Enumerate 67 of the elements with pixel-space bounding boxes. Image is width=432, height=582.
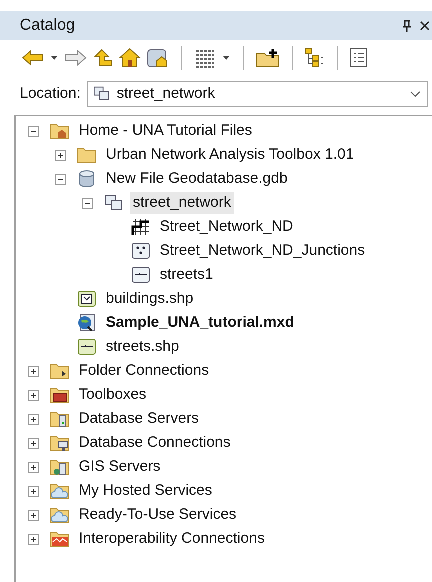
- add-folder-icon[interactable]: [256, 48, 280, 68]
- map-document-icon: [77, 314, 97, 332]
- tree-item[interactable]: Toolboxes: [76, 384, 150, 406]
- tree-item[interactable]: Database Connections: [76, 432, 234, 454]
- expand-icon[interactable]: [28, 390, 39, 400]
- line-layer-icon: [77, 338, 97, 356]
- panel-title: Catalog: [20, 16, 76, 36]
- line-layer-icon: [131, 266, 151, 284]
- home-icon[interactable]: [119, 48, 141, 68]
- tree-item[interactable]: Home - UNA Tutorial Files: [76, 120, 256, 142]
- tree-item[interactable]: Urban Network Analysis Toolbox 1.01: [103, 144, 358, 166]
- folder-icon: [77, 146, 97, 164]
- point-layer-icon: [131, 242, 151, 260]
- caret-icon[interactable]: [222, 55, 231, 61]
- tree-item[interactable]: streets1: [157, 264, 216, 286]
- expand-icon[interactable]: [28, 510, 39, 520]
- collapse-icon[interactable]: [28, 126, 39, 136]
- expand-icon[interactable]: [28, 534, 39, 544]
- tree-item[interactable]: GIS Servers: [76, 456, 164, 478]
- tree-item[interactable]: Database Servers: [76, 408, 202, 430]
- up-arrow-icon[interactable]: [93, 49, 113, 67]
- home-folder-icon: [50, 122, 70, 140]
- location-combo-box[interactable]: street_network: [86, 81, 428, 107]
- location-value: street_network: [116, 84, 216, 104]
- close-icon[interactable]: [420, 20, 430, 30]
- pin-icon[interactable]: [402, 20, 412, 32]
- folder-connection-icon: [50, 362, 70, 380]
- toolbox-icon: [50, 386, 70, 404]
- expand-icon[interactable]: [28, 486, 39, 496]
- caret-icon[interactable]: [50, 55, 59, 61]
- options-icon[interactable]: [350, 48, 368, 68]
- view-list-icon[interactable]: [194, 48, 216, 68]
- expand-icon[interactable]: [55, 150, 66, 160]
- expand-icon[interactable]: [28, 366, 39, 376]
- tree-item[interactable]: Street_Network_ND_Junctions: [157, 240, 368, 262]
- tree-item[interactable]: Sample_UNA_tutorial.mxd: [103, 312, 298, 334]
- expand-icon[interactable]: [28, 414, 39, 424]
- collapse-icon[interactable]: [82, 198, 93, 208]
- cloud-folder-icon: [50, 506, 70, 524]
- tree-item[interactable]: Street_Network_ND: [157, 216, 296, 238]
- tree-item[interactable]: street_network: [130, 192, 234, 214]
- forward-arrow-icon[interactable]: [65, 50, 87, 66]
- interoperability-icon: [50, 530, 70, 548]
- tree-item[interactable]: Interoperability Connections: [76, 528, 268, 550]
- polygon-layer-icon: [77, 290, 97, 308]
- server-folder-icon: [50, 410, 70, 428]
- tree-view-icon[interactable]: [305, 48, 325, 68]
- back-arrow-icon[interactable]: [22, 50, 44, 66]
- tree-item[interactable]: streets.shp: [103, 336, 182, 358]
- expand-icon[interactable]: [28, 438, 39, 448]
- feature-dataset-icon: [104, 194, 124, 212]
- tree-item[interactable]: Ready-To-Use Services: [76, 504, 240, 526]
- collapse-icon[interactable]: [55, 174, 66, 184]
- expand-icon[interactable]: [28, 462, 39, 472]
- chevron-down-icon[interactable]: [410, 90, 421, 98]
- database-icon: [77, 170, 97, 188]
- gis-server-icon: [50, 458, 70, 476]
- network-grid-icon: [131, 218, 151, 236]
- tree-item[interactable]: My Hosted Services: [76, 480, 216, 502]
- location-label: Location:: [20, 84, 81, 104]
- tree-item[interactable]: buildings.shp: [103, 288, 197, 310]
- tree-item[interactable]: Folder Connections: [76, 360, 212, 382]
- database-home-icon[interactable]: [147, 48, 169, 68]
- feature-dataset-icon: [92, 86, 111, 102]
- cloud-folder-icon: [50, 482, 70, 500]
- tree-item[interactable]: New File Geodatabase.gdb: [103, 168, 291, 190]
- database-connection-icon: [50, 434, 70, 452]
